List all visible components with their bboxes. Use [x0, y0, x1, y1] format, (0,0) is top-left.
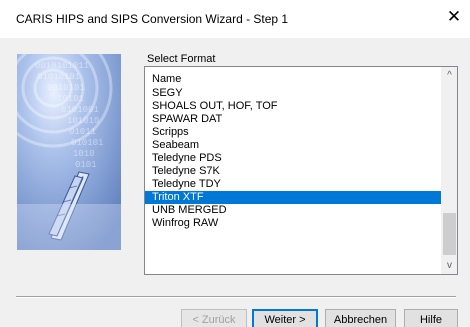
list-item[interactable]: SEGY	[145, 87, 441, 100]
list-item-selected[interactable]: Triton XTF	[145, 191, 441, 204]
button-separator	[16, 296, 456, 298]
list-item[interactable]: UNB MERGED	[145, 204, 441, 217]
list-item[interactable]: SHOALS OUT, HOF, TOF	[145, 100, 441, 113]
svg-text:01011: 01011	[69, 127, 96, 137]
title-bar: CARIS HIPS and SIPS Conversion Wizard - …	[0, 0, 470, 38]
svg-text:0010101: 0010101	[47, 83, 85, 93]
select-format-label: Select Format	[147, 53, 216, 65]
list-item[interactable]: SPAWAR DAT	[145, 113, 441, 126]
format-listbox[interactable]: Name SEGY SHOALS OUT, HOF, TOF SPAWAR DA…	[144, 66, 458, 275]
svg-text:1010: 1010	[73, 149, 95, 159]
svg-text:0010101011: 0010101011	[35, 61, 89, 71]
list-item[interactable]: Winfrog RAW	[145, 217, 441, 230]
svg-text:0101: 0101	[75, 160, 97, 170]
svg-text:101010: 101010	[67, 116, 99, 126]
cancel-button[interactable]: Abbrechen	[325, 309, 396, 327]
list-item[interactable]: Teledyne PDS	[145, 152, 441, 165]
svg-text:10101: 10101	[57, 94, 84, 104]
help-button[interactable]: Hilfe	[404, 309, 458, 327]
close-icon[interactable]: ✕	[446, 8, 462, 25]
format-list: SEGY SHOALS OUT, HOF, TOF SPAWAR DAT Scr…	[145, 87, 441, 230]
chevron-up-icon[interactable]: ^	[441, 67, 457, 84]
svg-text:010101: 010101	[71, 138, 103, 148]
window-title: CARIS HIPS and SIPS Conversion Wizard - …	[16, 12, 289, 26]
svg-text:01010101: 01010101	[37, 72, 80, 82]
list-item[interactable]: Teledyne TDY	[145, 178, 441, 191]
svg-text:0101001: 0101001	[61, 105, 99, 115]
vertical-scrollbar[interactable]: ^ v	[441, 67, 457, 274]
wizard-illustration: 0010101011 01010101 0010101 10101 010100…	[17, 54, 121, 250]
scroll-thumb[interactable]	[443, 213, 456, 255]
name-column-header: Name	[152, 73, 182, 85]
chevron-down-icon[interactable]: v	[441, 257, 457, 274]
back-button[interactable]: < Zurück	[181, 309, 247, 327]
next-button[interactable]: Weiter >	[252, 309, 318, 327]
list-item[interactable]: Seabeam	[145, 139, 441, 152]
list-item[interactable]: Teledyne S7K	[145, 165, 441, 178]
wizard-illustration-graphic: 0010101011 01010101 0010101 10101 010100…	[17, 54, 121, 250]
list-item[interactable]: Scripps	[145, 126, 441, 139]
